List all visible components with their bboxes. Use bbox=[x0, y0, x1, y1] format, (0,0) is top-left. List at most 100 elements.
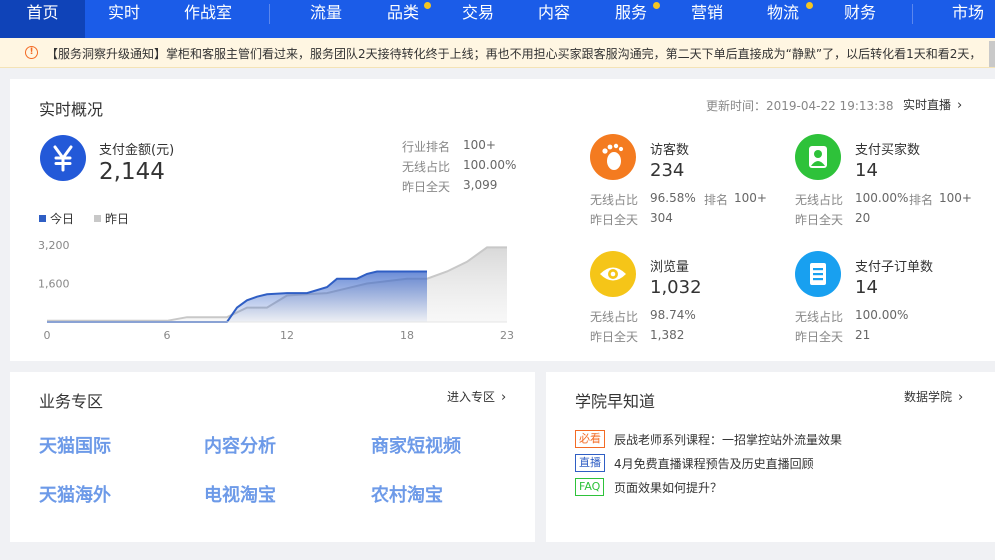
academy-item-text[interactable]: 4月免费直播课程预告及历史直播回顾 bbox=[614, 455, 814, 472]
metric-value: 1,032 bbox=[650, 277, 702, 298]
metric-mobile-label: 无线占比 bbox=[795, 193, 844, 207]
metric-value: 14 bbox=[855, 160, 878, 181]
metric-rank-label: 排名 bbox=[909, 193, 934, 207]
live-link-label: 实时直播 bbox=[903, 98, 952, 112]
eye-icon bbox=[590, 251, 636, 297]
legend-yesterday[interactable]: 昨日 bbox=[94, 210, 129, 227]
metric-mobile-value: 98.74% bbox=[650, 308, 696, 322]
metric-value: 234 bbox=[650, 160, 685, 181]
y-tick-label: 3,200 bbox=[38, 239, 70, 252]
metric-yesterday-label: 昨日全天 bbox=[795, 213, 844, 227]
academy-tag: 直播 bbox=[575, 454, 605, 472]
metric-yesterday-value: 304 bbox=[650, 211, 673, 225]
nav-service[interactable]: 服务 bbox=[601, 0, 661, 38]
academy-card: 学院早知道 数据学院 › 必看 辰战老师系列课程：一招掌控站外流量效果 直播 4月免费直… bbox=[546, 372, 995, 542]
legend-swatch bbox=[39, 215, 46, 222]
nav-logistics-dot bbox=[806, 2, 813, 9]
legend-yesterday-label: 昨日 bbox=[105, 212, 130, 226]
realtime-chart[interactable]: 3,200 1,600 0 6 12 18 23 bbox=[30, 229, 550, 369]
zone-link-content-analysis[interactable]: 内容分析 bbox=[204, 432, 276, 458]
metric-yesterday-value: 20 bbox=[855, 211, 871, 225]
buyers-icon bbox=[795, 134, 841, 180]
metric-value: 14 bbox=[855, 277, 878, 298]
x-tick-label: 12 bbox=[280, 329, 294, 342]
legend-today-label: 今日 bbox=[50, 212, 75, 226]
x-tick-label: 18 bbox=[400, 329, 414, 342]
zone-link-tmall-global[interactable]: 天猫国际 bbox=[39, 432, 111, 458]
order-icon bbox=[795, 251, 841, 297]
industry-rank-label: 行业排名 bbox=[402, 140, 451, 154]
update-time: 更新时间：2019-04-22 19:13:38 bbox=[706, 99, 894, 113]
y-tick-label: 1,600 bbox=[38, 278, 70, 291]
chevron-right-icon: › bbox=[958, 390, 964, 405]
legend-today[interactable]: 今日 bbox=[39, 210, 74, 227]
metric-yesterday-value: 21 bbox=[855, 328, 871, 342]
metric-mobile-label: 无线占比 bbox=[590, 310, 639, 324]
metric-mobile-value: 100.00% bbox=[855, 191, 909, 205]
metric-rank-value: 100+ bbox=[734, 191, 767, 205]
metric-mobile-label: 无线占比 bbox=[590, 193, 639, 207]
alert-icon: ! bbox=[25, 46, 38, 59]
pay-amount-label: 支付金额(元) bbox=[99, 143, 175, 158]
zone-link-tmall-overseas[interactable]: 天猫海外 bbox=[39, 481, 111, 507]
metric-yesterday-value: 1,382 bbox=[650, 328, 685, 342]
nav-content[interactable]: 内容 bbox=[524, 0, 584, 38]
nav-traffic[interactable]: 流量 bbox=[296, 0, 356, 38]
live-link[interactable]: 实时直播 › bbox=[903, 96, 962, 113]
nav-realtime[interactable]: 实时 bbox=[92, 0, 156, 38]
pay-amount-value: 2,144 bbox=[99, 159, 165, 185]
notice-scrollbar[interactable] bbox=[989, 41, 995, 67]
business-title: 业务专区 bbox=[39, 392, 104, 411]
metric-rank-label: 排名 bbox=[704, 193, 729, 207]
metric-rank-value: 100+ bbox=[939, 191, 972, 205]
nav-home[interactable]: 首页 bbox=[0, 0, 85, 38]
zone-link-merchant-video[interactable]: 商家短视频 bbox=[371, 432, 461, 458]
chevron-right-icon: › bbox=[957, 98, 963, 113]
nav-logistics[interactable]: 物流 bbox=[753, 0, 813, 38]
metric-mobile-value: 100.00% bbox=[855, 308, 909, 322]
yesterday-label: 昨日全天 bbox=[402, 180, 451, 194]
metric-label: 浏览量 bbox=[650, 260, 690, 275]
metric-yesterday-label: 昨日全天 bbox=[590, 213, 639, 227]
zone-link-tv-taobao[interactable]: 电视淘宝 bbox=[204, 481, 276, 507]
metric-yesterday-label: 昨日全天 bbox=[590, 330, 639, 344]
yesterday-value: 3,099 bbox=[463, 178, 498, 192]
enter-zone-link[interactable]: 进入专区 › bbox=[447, 388, 506, 405]
metric-mobile-value: 96.58% bbox=[650, 191, 696, 205]
x-tick-label: 0 bbox=[44, 329, 51, 342]
realtime-title: 实时概况 bbox=[39, 100, 104, 119]
nav-marketing[interactable]: 营销 bbox=[677, 0, 737, 38]
footprint-icon bbox=[590, 134, 636, 180]
metric-label: 支付买家数 bbox=[855, 143, 921, 158]
nav-war-room[interactable]: 作战室 bbox=[168, 0, 248, 38]
nav-service-dot bbox=[653, 2, 660, 9]
business-card: 业务专区 进入专区 › 天猫国际 内容分析 商家短视频 天猫海外 电视淘宝 农村淘… bbox=[10, 372, 535, 542]
academy-item-text[interactable]: 页面效果如何提升？ bbox=[614, 479, 722, 496]
nav-category-dot bbox=[424, 2, 431, 9]
data-academy-label: 数据学院 bbox=[904, 390, 953, 404]
enter-zone-label: 进入专区 bbox=[447, 390, 496, 404]
chevron-right-icon: › bbox=[501, 390, 507, 405]
nav-market[interactable]: 市场 bbox=[938, 0, 995, 38]
yuan-icon bbox=[40, 135, 86, 181]
zone-link-rural-taobao[interactable]: 农村淘宝 bbox=[371, 481, 443, 507]
industry-rank-value: 100+ bbox=[463, 138, 496, 152]
academy-title: 学院早知道 bbox=[575, 392, 656, 411]
notice-text[interactable]: 【服务洞察升级通知】掌柜和客服主管们看过来，服务团队2天接待转化终于上线；再也不… bbox=[46, 45, 986, 62]
today-series-area bbox=[47, 271, 427, 322]
nav-separator bbox=[269, 4, 270, 24]
nav-finance[interactable]: 财务 bbox=[830, 0, 890, 38]
nav-trade[interactable]: 交易 bbox=[448, 0, 508, 38]
x-tick-label: 23 bbox=[500, 329, 514, 342]
metric-label: 访客数 bbox=[650, 143, 690, 158]
academy-item-text[interactable]: 辰战老师系列课程：一招掌控站外流量效果 bbox=[614, 431, 842, 448]
mobile-ratio-label: 无线占比 bbox=[402, 160, 451, 174]
nav-separator bbox=[912, 4, 913, 24]
metric-label: 支付子订单数 bbox=[855, 260, 934, 275]
data-academy-link[interactable]: 数据学院 › bbox=[904, 388, 963, 405]
notice-bar: ! 【服务洞察升级通知】掌柜和客服主管们看过来，服务团队2天接待转化终于上线；再… bbox=[0, 38, 995, 68]
x-tick-label: 6 bbox=[164, 329, 171, 342]
realtime-card: 实时概况 更新时间：2019-04-22 19:13:38 实时直播 › 支付金额… bbox=[10, 79, 995, 361]
legend-swatch bbox=[94, 215, 101, 222]
academy-tag: FAQ bbox=[575, 478, 605, 496]
